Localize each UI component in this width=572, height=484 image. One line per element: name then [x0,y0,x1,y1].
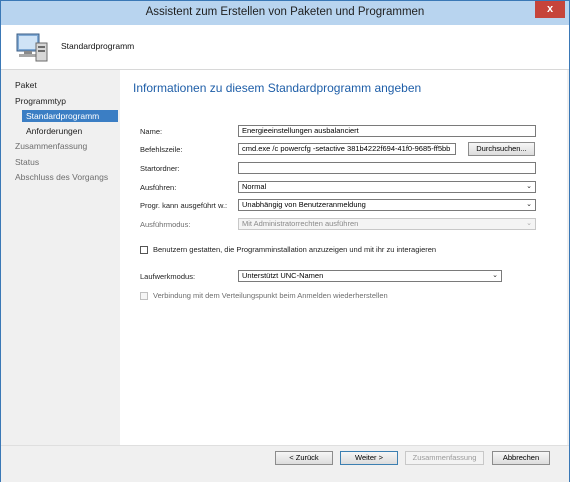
reconnect-label: Verbindung mit dem Verteilungspunkt beim… [153,291,388,300]
command-line-field[interactable]: cmd.exe /c powercfg -setactive 381b4222f… [238,143,456,155]
run-mode-dropdown-value: Mit Administratorrechten ausführen [242,219,359,228]
nav-item-anforderungen: Anforderungen [26,126,83,136]
run-dropdown[interactable]: Normal ⌄ [238,181,536,193]
start-folder-label: Startordner: [140,164,180,173]
name-field[interactable]: Energieeinstellungen ausbalanciert [238,125,536,137]
run-dropdown-value: Normal [242,182,267,191]
nav-item-status: Status [15,157,40,167]
wizard-header: Standardprogramm [1,25,569,70]
name-label: Name: [140,127,163,136]
start-folder-field[interactable] [238,162,536,174]
nav-item-paket: Paket [15,80,37,90]
summary-button[interactable]: Zusammenfassung [405,451,484,465]
chevron-down-icon: ⌄ [492,272,498,279]
run-label: Ausführen: [140,183,177,192]
chevron-down-icon: ⌄ [526,220,532,227]
close-button[interactable]: x [535,1,565,18]
wizard-footer: < Zurück Weiter > Zusammenfassung Abbrec… [1,445,569,482]
title-bar: Assistent zum Erstellen von Paketen und … [1,1,569,25]
wizard-nav: Paket Programmtyp Standardprogramm Anfor… [1,70,119,445]
nav-item-zusammenfassung: Zusammenfassung [15,141,88,151]
nav-item-standardprogramm: Standardprogramm [22,110,118,122]
allow-interact-label: Benutzern gestatten, die Programminstall… [153,245,437,254]
wizard-window: Assistent zum Erstellen von Paketen und … [0,0,570,482]
drive-mode-label: Laufwerkmodus: [140,272,196,281]
cancel-button[interactable]: Abbrechen [492,451,550,465]
nav-item-abschluss: Abschluss des Vorgangs [15,172,109,182]
reconnect-checkbox[interactable] [140,292,148,300]
back-button[interactable]: < Zurück [275,451,333,465]
chevron-down-icon: ⌄ [526,183,532,190]
allow-interact-checkbox[interactable] [140,246,148,254]
nav-item-programmtyp: Programmtyp [15,96,67,106]
run-mode-dropdown[interactable]: Mit Administratorrechten ausführen ⌄ [238,218,536,230]
section-title: Informationen zu diesem Standardprogramm… [133,81,422,95]
run-mode-label: Ausführmodus: [140,220,191,229]
drive-mode-dropdown[interactable]: Unterstützt UNC-Namen ⌄ [238,270,502,282]
chevron-down-icon: ⌄ [526,201,532,208]
window-title: Assistent zum Erstellen von Paketen und … [145,6,425,18]
can-run-label: Progr. kann ausgeführt w.: [140,201,228,210]
can-run-dropdown[interactable]: Unabhängig von Benutzeranmeldung ⌄ [238,199,536,211]
browse-button[interactable]: Durchsuchen... [468,142,535,156]
next-button[interactable]: Weiter > [340,451,398,465]
drive-mode-dropdown-value: Unterstützt UNC-Namen [242,271,324,280]
wizard-content: Informationen zu diesem Standardprogramm… [120,70,567,445]
header-title: Standardprogramm [61,41,135,51]
command-line-label: Befehlszeile: [140,145,183,154]
computer-package-icon [16,33,48,62]
can-run-dropdown-value: Unabhängig von Benutzeranmeldung [242,200,366,209]
